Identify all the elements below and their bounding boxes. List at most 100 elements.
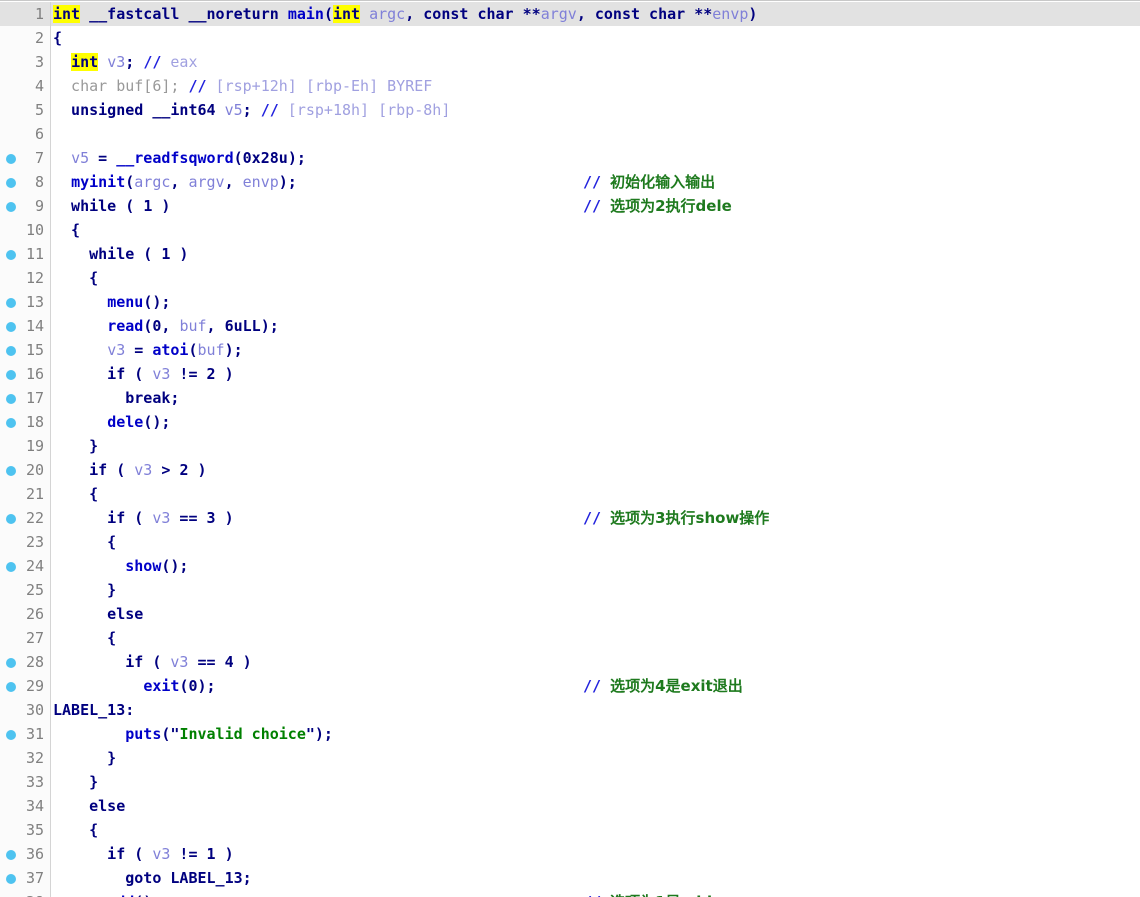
user-comment[interactable]: // 选项为3执行show操作 xyxy=(583,506,769,530)
code-text[interactable]: break; xyxy=(53,386,179,410)
code-line[interactable]: 29 exit(0); // 选项为4是exit退出 xyxy=(0,674,1140,698)
user-comment[interactable]: // 选项为1是add xyxy=(583,890,712,897)
code-line[interactable]: 26 else xyxy=(0,602,1140,626)
line-gutter[interactable]: 22 xyxy=(0,506,50,530)
code-text[interactable]: { xyxy=(53,530,116,554)
code-line[interactable]: 14 read(0, buf, 6uLL); xyxy=(0,314,1140,338)
user-comment[interactable]: // 初始化输入输出 xyxy=(583,170,715,194)
code-line[interactable]: 19 } xyxy=(0,434,1140,458)
line-gutter[interactable]: 9 xyxy=(0,194,50,218)
code-text[interactable]: } xyxy=(53,770,98,794)
code-text[interactable]: show(); xyxy=(53,554,188,578)
line-gutter[interactable]: 5 xyxy=(0,98,50,122)
line-gutter[interactable]: 2 xyxy=(0,26,50,50)
line-gutter[interactable]: 27 xyxy=(0,626,50,650)
user-comment[interactable]: // 选项为2执行dele xyxy=(583,194,732,218)
code-text[interactable]: } xyxy=(53,578,116,602)
code-text[interactable]: LABEL_13: xyxy=(53,698,134,722)
code-text[interactable]: read(0, buf, 6uLL); xyxy=(53,314,279,338)
code-text[interactable]: menu(); xyxy=(53,290,170,314)
code-text[interactable]: { xyxy=(53,266,98,290)
code-line[interactable]: 7 v5 = __readfsqword(0x28u); xyxy=(0,146,1140,170)
code-text[interactable]: if ( v3 == 4 ) xyxy=(53,650,251,674)
line-gutter[interactable]: 4 xyxy=(0,74,50,98)
code-text[interactable]: puts("Invalid choice"); xyxy=(53,722,333,746)
code-line[interactable]: 35 { xyxy=(0,818,1140,842)
code-line[interactable]: 17 break; xyxy=(0,386,1140,410)
code-text[interactable]: { xyxy=(53,26,62,50)
code-line[interactable]: 28 if ( v3 == 4 ) xyxy=(0,650,1140,674)
line-gutter[interactable]: 23 xyxy=(0,530,50,554)
line-gutter[interactable]: 8 xyxy=(0,170,50,194)
line-gutter[interactable]: 33 xyxy=(0,770,50,794)
code-text[interactable]: } xyxy=(53,746,116,770)
line-gutter[interactable]: 1 xyxy=(0,2,50,26)
code-line[interactable]: 30 LABEL_13: xyxy=(0,698,1140,722)
line-gutter[interactable]: 14 xyxy=(0,314,50,338)
code-line[interactable]: 24 show(); xyxy=(0,554,1140,578)
line-gutter[interactable]: 7 xyxy=(0,146,50,170)
code-line[interactable]: 18 dele(); xyxy=(0,410,1140,434)
code-line[interactable]: 15 v3 = atoi(buf); xyxy=(0,338,1140,362)
line-gutter[interactable]: 30 xyxy=(0,698,50,722)
line-gutter[interactable]: 31 xyxy=(0,722,50,746)
line-gutter[interactable]: 25 xyxy=(0,578,50,602)
line-gutter[interactable]: 10 xyxy=(0,218,50,242)
code-text[interactable]: exit(0); xyxy=(53,674,215,698)
line-gutter[interactable]: 21 xyxy=(0,482,50,506)
code-text[interactable]: { xyxy=(53,218,80,242)
code-line[interactable]: 23 { xyxy=(0,530,1140,554)
code-text[interactable]: myinit(argc, argv, envp); xyxy=(53,170,297,194)
code-line[interactable]: 38 add(); // 选项为1是add xyxy=(0,890,1140,897)
line-gutter[interactable]: 12 xyxy=(0,266,50,290)
code-text[interactable]: else xyxy=(53,602,143,626)
code-text[interactable]: unsigned __int64 v5; // [rsp+18h] [rbp-8… xyxy=(53,98,450,122)
line-gutter[interactable]: 37 xyxy=(0,866,50,890)
pseudocode-code-area[interactable]: 1 int __fastcall __noreturn main(int argc… xyxy=(0,2,1140,897)
code-text[interactable]: if ( v3 != 2 ) xyxy=(53,362,233,386)
line-gutter[interactable]: 38 xyxy=(0,890,50,897)
code-line[interactable]: 2{ xyxy=(0,26,1140,50)
line-gutter[interactable]: 11 xyxy=(0,242,50,266)
code-text[interactable]: while ( 1 ) xyxy=(53,242,188,266)
line-gutter[interactable]: 19 xyxy=(0,434,50,458)
code-text[interactable]: if ( v3 != 1 ) xyxy=(53,842,233,866)
line-gutter[interactable]: 34 xyxy=(0,794,50,818)
code-line[interactable]: 27 { xyxy=(0,626,1140,650)
code-text[interactable]: char buf[6]; // [rsp+12h] [rbp-Eh] BYREF xyxy=(53,74,432,98)
code-line[interactable]: 25 } xyxy=(0,578,1140,602)
line-gutter[interactable]: 15 xyxy=(0,338,50,362)
code-line[interactable]: 8 myinit(argc, argv, envp); // 初始化输入输出 xyxy=(0,170,1140,194)
line-gutter[interactable]: 17 xyxy=(0,386,50,410)
code-line[interactable]: 9 while ( 1 ) // 选项为2执行dele xyxy=(0,194,1140,218)
code-line[interactable]: 16 if ( v3 != 2 ) xyxy=(0,362,1140,386)
code-text[interactable]: { xyxy=(53,818,98,842)
code-text[interactable]: { xyxy=(53,482,98,506)
code-text[interactable]: v5 = __readfsqword(0x28u); xyxy=(53,146,306,170)
line-gutter[interactable]: 18 xyxy=(0,410,50,434)
code-line[interactable]: 21 { xyxy=(0,482,1140,506)
code-line[interactable]: 5 unsigned __int64 v5; // [rsp+18h] [rbp… xyxy=(0,98,1140,122)
code-line[interactable]: 33 } xyxy=(0,770,1140,794)
code-text[interactable]: else xyxy=(53,794,125,818)
code-line[interactable]: 1 int __fastcall __noreturn main(int argc… xyxy=(0,2,1140,26)
line-gutter[interactable]: 13 xyxy=(0,290,50,314)
code-line[interactable]: 20 if ( v3 > 2 ) xyxy=(0,458,1140,482)
code-text[interactable]: if ( v3 == 3 ) xyxy=(53,506,233,530)
code-text[interactable]: if ( v3 > 2 ) xyxy=(53,458,206,482)
line-gutter[interactable]: 35 xyxy=(0,818,50,842)
code-line[interactable]: 37 goto LABEL_13; xyxy=(0,866,1140,890)
code-line[interactable]: 11 while ( 1 ) xyxy=(0,242,1140,266)
line-gutter[interactable]: 26 xyxy=(0,602,50,626)
user-comment[interactable]: // 选项为4是exit退出 xyxy=(583,674,743,698)
line-gutter[interactable]: 20 xyxy=(0,458,50,482)
code-line[interactable]: 10 { xyxy=(0,218,1140,242)
code-text[interactable]: int v3; // eax xyxy=(53,50,198,74)
line-gutter[interactable]: 6 xyxy=(0,122,50,146)
code-line[interactable]: 22 if ( v3 == 3 ) // 选项为3执行show操作 xyxy=(0,506,1140,530)
code-text[interactable]: v3 = atoi(buf); xyxy=(53,338,242,362)
code-text[interactable]: } xyxy=(53,434,98,458)
code-text[interactable]: dele(); xyxy=(53,410,170,434)
line-gutter[interactable]: 36 xyxy=(0,842,50,866)
code-line[interactable]: 31 puts("Invalid choice"); xyxy=(0,722,1140,746)
